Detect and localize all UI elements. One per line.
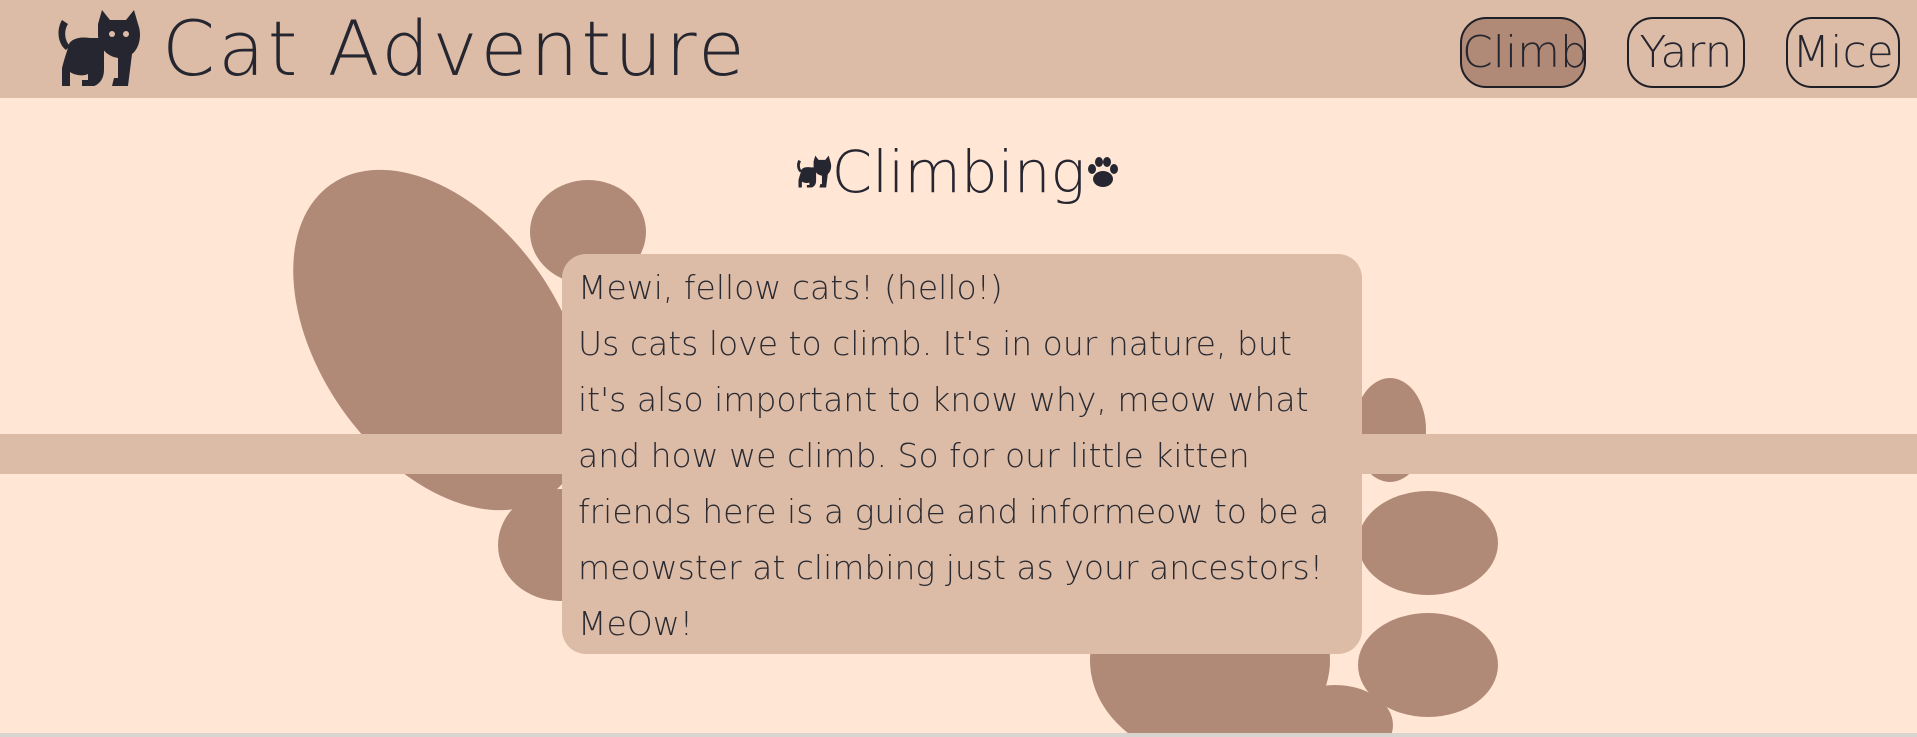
page-title: Climbing	[0, 130, 1917, 210]
paw-toe	[1358, 491, 1498, 595]
page-divider	[0, 733, 1917, 737]
cat-sitting-icon	[796, 155, 831, 188]
cat-sitting-icon	[58, 10, 140, 86]
header-bar: Cat Adventure Climb Yarn Mice	[0, 0, 1917, 98]
page-title-text: Climbing	[831, 138, 1086, 206]
paw-icon	[1088, 157, 1119, 187]
card-greeting: Mewi, fellow cats! (hello!)	[578, 268, 1003, 307]
card-body: Us cats love to climb. It's in our natur…	[578, 324, 1330, 587]
intro-card: Mewi, fellow cats! (hello!) Us cats love…	[562, 254, 1362, 654]
app-title: Cat Adventure	[162, 4, 748, 93]
nav-mice-button[interactable]: Mice	[1786, 17, 1900, 88]
nav-yarn-button[interactable]: Yarn	[1627, 17, 1745, 88]
card-signoff: MeOw!	[578, 604, 693, 643]
nav-climb-button[interactable]: Climb	[1460, 17, 1588, 88]
